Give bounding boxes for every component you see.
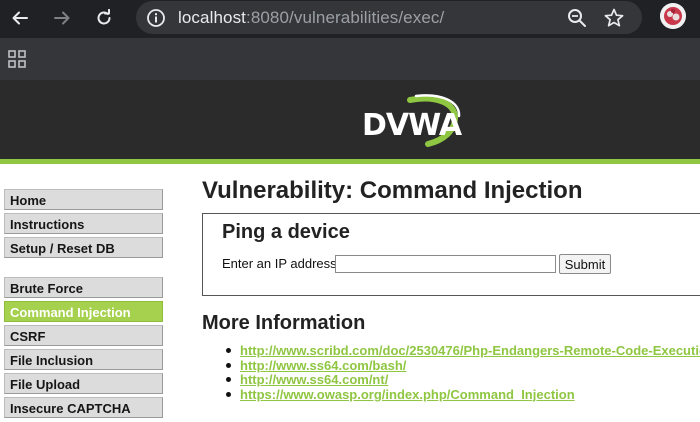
dvwa-logo: DVWA [362,94,462,147]
menu-item-csrf[interactable]: CSRF [4,325,163,346]
svg-text:DVWA: DVWA [362,108,462,143]
site-header [0,80,700,159]
submit-button[interactable]: Submit [559,254,611,274]
apps-grid-icon[interactable] [8,50,26,68]
bullet-icon [226,362,231,368]
more-information-links: http://www.scribd.com/doc/2530476/Php-En… [226,343,700,402]
avatar-icon [660,3,686,29]
site-info-icon[interactable] [146,8,166,28]
header-divider [0,159,700,164]
bookmarks-bar [0,38,700,80]
browser-toolbar: localhost:8080/vulnerabilities/exec/ [0,0,700,38]
back-arrow-icon [12,11,28,25]
link-scribd[interactable]: http://www.scribd.com/doc/2530476/Php-En… [240,343,700,358]
bullet-icon [226,348,231,353]
forward-button[interactable] [47,4,77,32]
reload-icon [97,9,111,25]
link-ss64-nt[interactable]: http://www.ss64.com/nt/ [240,372,388,387]
menu-item-file-upload[interactable]: File Upload [4,373,163,394]
url-host: localhost [178,8,246,27]
bullet-icon [226,391,231,397]
page-title: Vulnerability: Command Injection [202,177,583,204]
url-path: :8080/vulnerabilities/exec/ [246,8,445,27]
list-item: http://www.scribd.com/doc/2530476/Php-En… [226,343,700,358]
ip-address-input[interactable] [335,255,556,273]
list-item: http://www.ss64.com/bash/ [226,358,700,373]
list-item: http://www.ss64.com/nt/ [226,372,700,387]
bookmark-star-icon[interactable] [603,7,625,29]
link-ss64-bash[interactable]: http://www.ss64.com/bash/ [240,358,406,373]
reload-button[interactable] [89,4,119,32]
forward-arrow-icon [54,11,70,25]
menu-item-instructions[interactable]: Instructions [4,213,163,234]
profile-avatar[interactable] [660,3,686,29]
menu-item-setup-reset-db[interactable]: Setup / Reset DB [4,237,163,258]
menu-item-file-inclusion[interactable]: File Inclusion [4,349,163,370]
menu-item-command-injection[interactable]: Command Injection [4,301,163,322]
ping-heading: Ping a device [222,221,350,243]
zoom-icon[interactable] [566,7,588,29]
link-owasp-command-injection[interactable]: https://www.owasp.org/index.php/Command_… [240,387,575,402]
menu-item-home[interactable]: Home [4,189,163,210]
menu-item-insecure-captcha[interactable]: Insecure CAPTCHA [4,397,163,418]
bullet-icon [226,377,231,382]
menu-item-brute-force[interactable]: Brute Force [4,277,163,298]
more-information-heading: More Information [202,312,366,334]
ip-address-label: Enter an IP address: [222,256,341,271]
back-button[interactable] [5,4,35,32]
address-bar[interactable]: localhost:8080/vulnerabilities/exec/ [136,1,642,34]
list-item: https://www.owasp.org/index.php/Command_… [226,387,700,402]
url-text[interactable]: localhost:8080/vulnerabilities/exec/ [178,8,444,28]
